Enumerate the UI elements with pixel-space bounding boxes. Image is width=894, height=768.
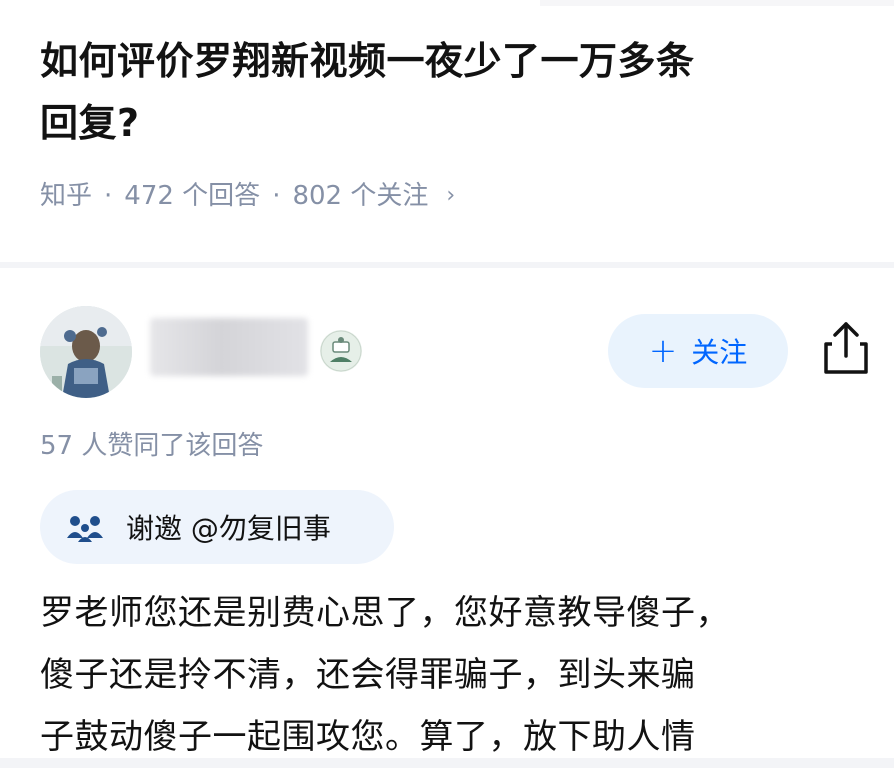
source-label: 知乎 bbox=[40, 181, 93, 211]
question-title[interactable]: 如何评价罗翔新视频一夜少了一万多条 回复? bbox=[40, 30, 860, 154]
followers-count: 802 个关注 bbox=[292, 181, 429, 211]
separator-dot: · bbox=[272, 181, 281, 211]
question-card: 如何评价罗翔新视频一夜少了一万多条 回复? 知乎 · 472 个回答 · 802… bbox=[0, 0, 894, 262]
answer-line: 傻子还是拎不清，还会得罪骗子，到头来骗 bbox=[40, 655, 696, 695]
author-badge-icon bbox=[320, 330, 362, 372]
avatar-image bbox=[40, 306, 132, 398]
approval-count: 57 人赞同了该回答 bbox=[40, 431, 264, 461]
invite-chip[interactable]: 谢邀 @勿复旧事 bbox=[40, 490, 394, 564]
question-title-line-1: 如何评价罗翔新视频一夜少了一万多条 bbox=[40, 39, 695, 83]
question-title-line-2: 回复? bbox=[40, 101, 140, 145]
answer-line: 子鼓动傻子一起围攻您。算了，放下助人情 bbox=[40, 717, 696, 757]
separator-dot: · bbox=[104, 181, 113, 211]
top-strip bbox=[540, 0, 894, 6]
answer-line: 罗老师您还是别费心思了，您好意教导傻子， bbox=[40, 593, 730, 633]
author-avatar[interactable] bbox=[40, 306, 132, 398]
chevron-right-icon: › bbox=[446, 183, 456, 208]
plus-icon: + bbox=[648, 331, 678, 371]
invite-text: 谢邀 @勿复旧事 bbox=[126, 512, 331, 545]
answers-count: 472 个回答 bbox=[124, 181, 261, 211]
follow-label: 关注 bbox=[691, 336, 748, 369]
question-meta[interactable]: 知乎 · 472 个回答 · 802 个关注 › bbox=[40, 176, 455, 216]
share-icon bbox=[824, 322, 868, 374]
share-button[interactable] bbox=[820, 318, 872, 378]
people-icon bbox=[67, 516, 103, 542]
follow-button[interactable]: + 关注 bbox=[608, 314, 788, 388]
author-name-redacted[interactable] bbox=[150, 318, 308, 376]
answer-body[interactable]: 罗老师您还是别费心思了，您好意教导傻子， 傻子还是拎不清，还会得罪骗子，到头来骗… bbox=[40, 582, 880, 768]
